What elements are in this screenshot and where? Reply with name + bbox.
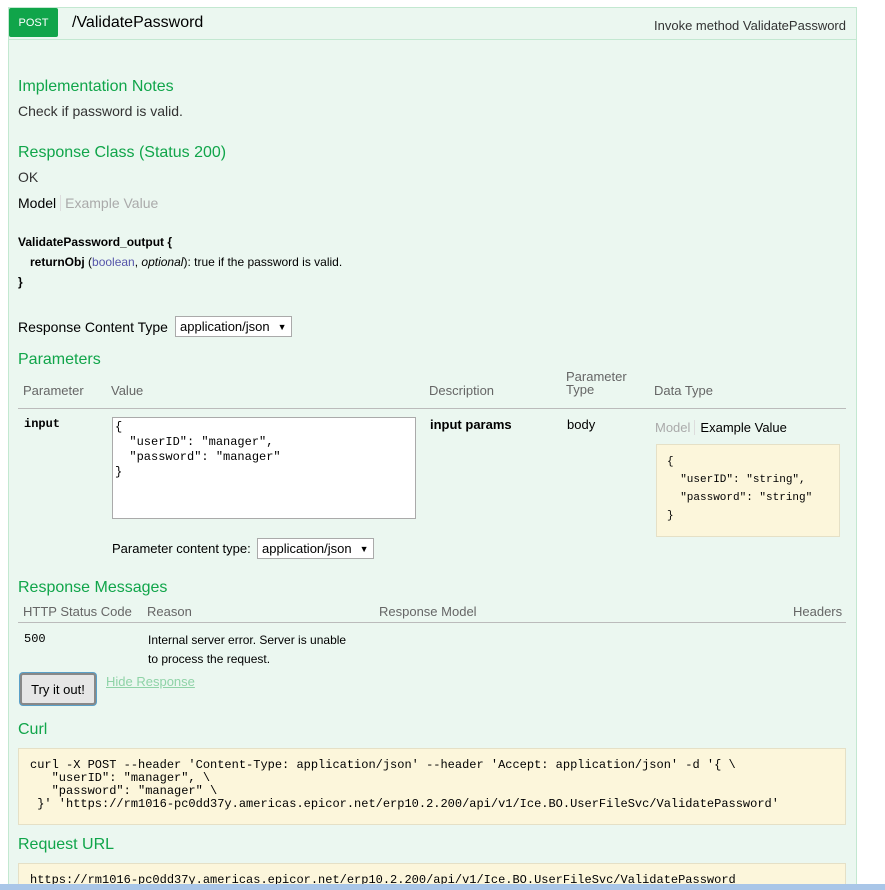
try-it-out-button[interactable]: Try it out! bbox=[20, 673, 96, 705]
hide-response-link[interactable]: Hide Response bbox=[106, 674, 195, 689]
implementation-notes-heading: Implementation Notes bbox=[18, 78, 174, 95]
paren-open: ( bbox=[84, 255, 93, 269]
datatype-tab-example[interactable]: Example Value bbox=[695, 420, 786, 435]
field-type: boolean bbox=[92, 255, 135, 269]
operation-path[interactable]: /ValidatePassword bbox=[72, 14, 203, 32]
model-name: ValidatePassword_output { bbox=[18, 235, 173, 249]
param-col-parameter: Parameter bbox=[23, 383, 84, 398]
param-header-divider bbox=[18, 408, 846, 409]
resp-col-headers: Headers bbox=[793, 604, 843, 619]
param-col-type: Parameter Type bbox=[566, 369, 627, 397]
chevron-down-icon: ▼ bbox=[277, 321, 287, 332]
resp-header-divider bbox=[18, 622, 846, 623]
param-content-type-select[interactable]: application/json ▼ bbox=[257, 538, 374, 559]
param-name: input bbox=[24, 417, 61, 431]
response-messages-heading: Response Messages bbox=[18, 579, 168, 596]
param-content-type-label: Parameter content type: bbox=[112, 541, 251, 556]
resp-col-reason: Reason bbox=[147, 604, 192, 619]
response-reason-line2: to process the request. bbox=[148, 652, 271, 666]
operation-summary[interactable]: Invoke method ValidatePassword bbox=[654, 18, 846, 33]
implementation-notes-text: Check if password is valid. bbox=[18, 103, 183, 119]
response-class-heading: Response Class (Status 200) bbox=[18, 144, 227, 161]
operation-header[interactable]: POST /ValidatePassword Invoke method Val… bbox=[9, 8, 856, 40]
response-reason: Internal server error. Server is unable … bbox=[148, 631, 346, 669]
response-class-status: OK bbox=[18, 169, 39, 185]
curl-command-block[interactable]: curl -X POST --header 'Content-Type: app… bbox=[18, 748, 846, 825]
model-close-brace: } bbox=[18, 275, 23, 289]
tab-example-value[interactable]: Example Value bbox=[61, 195, 162, 211]
response-reason-line1: Internal server error. Server is unable bbox=[148, 633, 347, 647]
request-url-heading: Request URL bbox=[18, 836, 115, 853]
param-col-description: Description bbox=[429, 383, 495, 398]
param-col-value: Value bbox=[111, 383, 144, 398]
operation-panel: POST /ValidatePassword Invoke method Val… bbox=[8, 7, 857, 890]
parameters-heading: Parameters bbox=[18, 351, 101, 368]
http-method-badge[interactable]: POST bbox=[9, 8, 58, 37]
datatype-tabs: Model Example Value bbox=[655, 420, 787, 435]
response-code: 500 bbox=[24, 632, 46, 646]
datatype-tab-model[interactable]: Model bbox=[655, 420, 696, 435]
window-bottom-edge bbox=[0, 884, 885, 890]
param-type: body bbox=[567, 417, 596, 432]
field-description: ): true if the password is valid. bbox=[183, 255, 343, 269]
param-value-textarea[interactable] bbox=[112, 417, 416, 519]
param-col-datatype: Data Type bbox=[654, 383, 714, 398]
datatype-example-snippet[interactable]: { "userID": "string", "password": "strin… bbox=[656, 444, 840, 537]
response-content-type-value: application/json bbox=[180, 319, 270, 334]
field-name: returnObj bbox=[30, 255, 85, 269]
response-content-type-label: Response Content Type bbox=[18, 319, 168, 335]
field-optional: optional bbox=[141, 255, 184, 269]
resp-col-code: HTTP Status Code bbox=[23, 604, 132, 619]
response-model-tabs: Model Example Value bbox=[18, 195, 162, 211]
curl-heading: Curl bbox=[18, 721, 48, 738]
param-description: input params bbox=[430, 417, 512, 432]
response-model-signature: ValidatePassword_output { returnObj (boo… bbox=[18, 232, 342, 292]
response-content-type-select[interactable]: application/json ▼ bbox=[175, 316, 292, 337]
tab-model[interactable]: Model bbox=[18, 195, 62, 211]
resp-col-model: Response Model bbox=[379, 604, 477, 619]
chevron-down-icon: ▼ bbox=[359, 543, 369, 554]
param-content-type-value: application/json bbox=[262, 541, 352, 556]
